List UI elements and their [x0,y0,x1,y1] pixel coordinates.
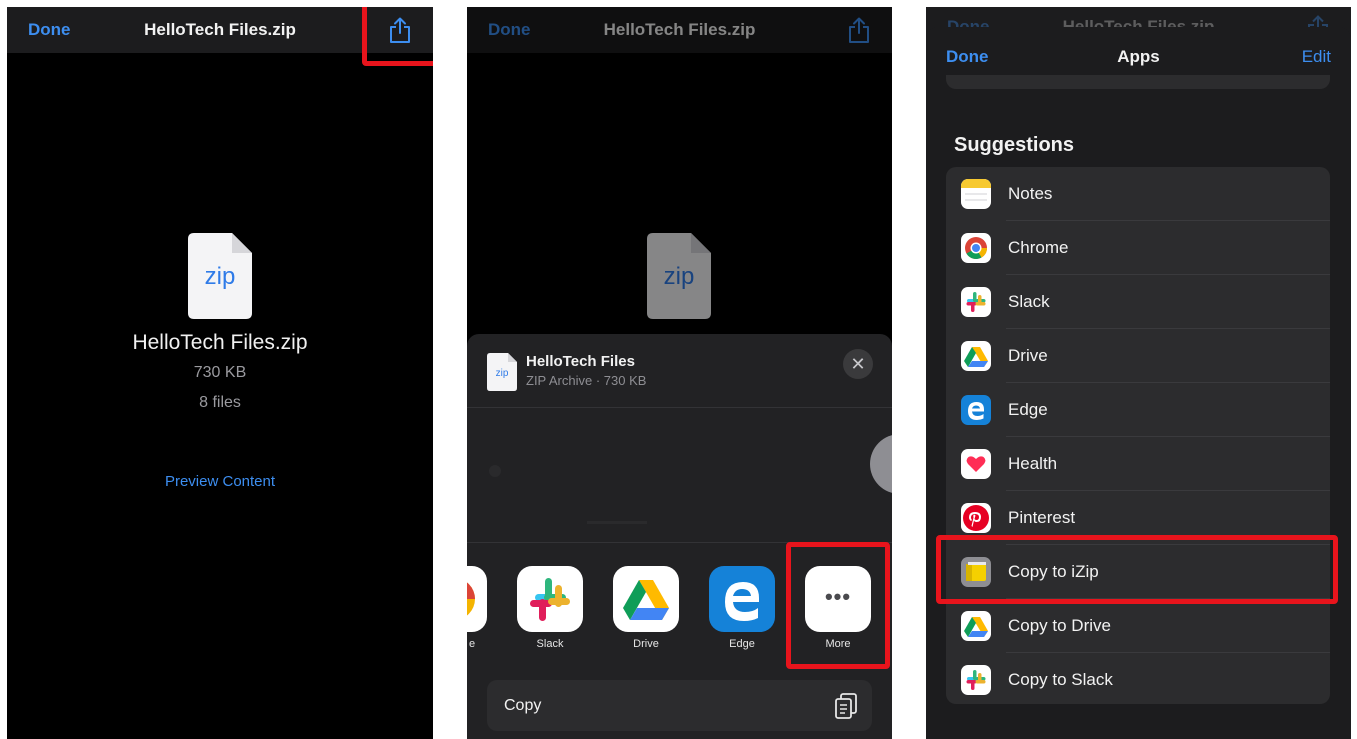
pinterest-icon [961,503,991,533]
suggestions-list: Notes Chrome Slack Drive Edge Health Pin… [946,167,1330,704]
edit-button[interactable]: Edit [1302,47,1331,67]
slack-icon [961,287,991,317]
zip-file-icon: zip [188,233,252,319]
app-label-edge: Edge [729,638,755,650]
share-sheet-header: zip HelloTech Files ZIP Archive · 730 KB… [467,334,892,408]
copy-icon [835,693,857,719]
zip-file-icon: zip [647,233,711,319]
navigation-bar: Done HelloTech Files.zip [467,7,892,53]
list-item-edge[interactable]: Edge [946,383,1330,437]
zip-file-icon-label: zip [204,263,236,290]
list-item-chrome[interactable]: Chrome [946,221,1330,275]
share-icon[interactable] [847,17,871,43]
drive-icon [623,580,669,620]
app-slack[interactable] [517,566,583,632]
highlight-share-button [362,7,433,66]
apps-list-screen: Done HelloTech Files.zip Done Apps Edit … [926,7,1351,739]
share-sheet: zip HelloTech Files ZIP Archive · 730 KB… [467,334,892,739]
airdrop-placeholder [489,465,501,477]
slack-icon [530,578,570,621]
list-item-copy-to-drive[interactable]: Copy to Drive [946,599,1330,653]
app-drive[interactable] [613,566,679,632]
zip-file-icon-label: zip [495,368,509,379]
list-item-health[interactable]: Health [946,437,1330,491]
list-item-label: Copy to Slack [1008,670,1113,689]
file-size: 730 KB [193,364,247,381]
list-item-label: Drive [1008,346,1048,365]
copy-action-label: Copy [504,697,542,714]
suggestions-heading: Suggestions [954,134,1075,156]
share-sheet-screen: Done HelloTech Files.zip zip zip HelloTe… [467,7,892,739]
list-item-label: Chrome [1008,238,1069,257]
highlight-more-button [786,542,890,669]
nav-title: HelloTech Files.zip [603,20,756,39]
airdrop-placeholder [587,521,647,524]
file-preview-screen: Done HelloTech Files.zip zip HelloTech F… [7,7,433,739]
notes-icon [961,179,991,209]
list-item-label: Pinterest [1008,508,1076,527]
app-edge[interactable] [709,566,775,632]
list-item-label: Copy to Drive [1008,616,1111,635]
app-label-drive: Drive [633,638,659,650]
preview-content-link[interactable]: Preview Content [7,473,433,490]
share-sheet-subtitle: ZIP Archive · 730 KB [526,373,647,388]
app-tile-partial[interactable] [467,566,487,632]
list-item-drive[interactable]: Drive [946,329,1330,383]
highlight-copy-to-izip [936,535,1338,604]
apps-title: Apps [1117,47,1160,66]
chrome-icon [961,233,991,263]
edge-icon [961,395,991,425]
apps-sheet: Done Apps Edit Suggestions Notes Chrome … [926,27,1351,739]
airdrop-area [467,408,892,543]
list-item-label: Notes [1008,184,1053,203]
copy-action[interactable]: Copy [487,680,872,731]
list-item-copy-to-slack[interactable]: Copy to Slack [946,653,1330,707]
zip-file-icon-label: zip [663,263,695,290]
list-item-notes[interactable]: Notes [946,167,1330,221]
close-button[interactable]: ✕ [843,349,873,379]
list-item-slack[interactable]: Slack [946,275,1330,329]
zip-file-icon: zip [487,353,517,391]
file-name: HelloTech Files.zip [132,331,308,354]
list-item-label: Health [1008,454,1058,473]
edge-icon [725,582,759,621]
list-item-label: Slack [1008,292,1050,311]
drive-icon [961,611,991,641]
health-icon [961,449,991,479]
file-count: 8 files [199,394,241,411]
share-sheet-title: HelloTech Files [526,353,635,370]
airdrop-contact-avatar[interactable] [870,434,892,494]
app-label-slack: Slack [536,638,564,650]
slack-icon [961,665,991,695]
drive-icon [961,341,991,371]
list-item-label: Edge [1008,400,1048,419]
favorites-card-edge [946,75,1330,89]
